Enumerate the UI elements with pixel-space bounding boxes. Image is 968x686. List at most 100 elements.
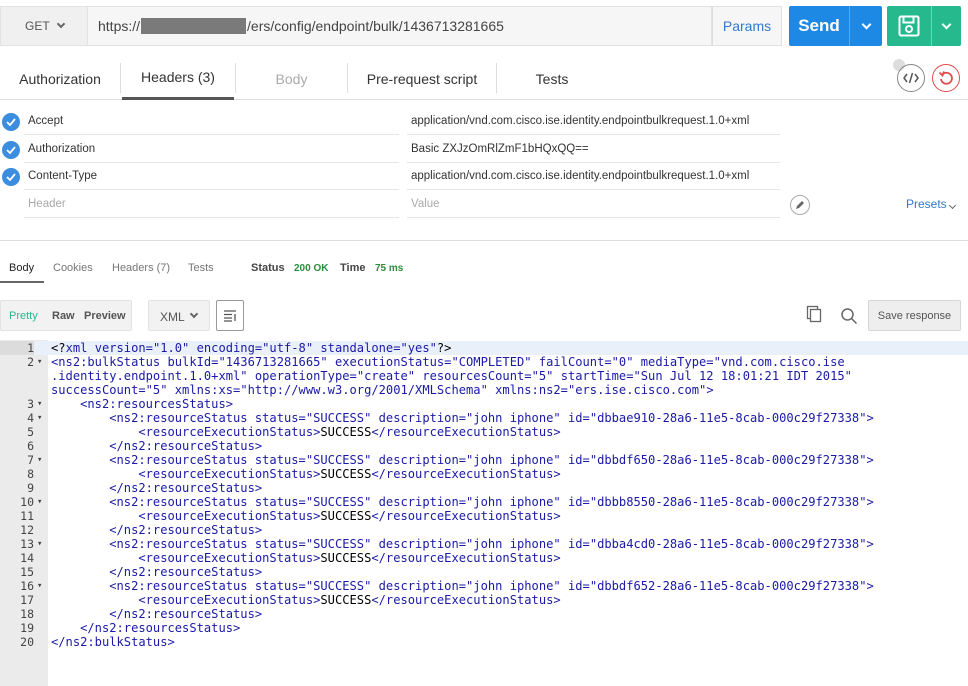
code-text: </ns2:resourceStatus>: [109, 565, 263, 579]
send-label: Send: [798, 16, 840, 35]
active-tab-underline: [0, 281, 44, 283]
code-line: 15 </ns2:resourceStatus>: [0, 565, 968, 579]
header-key[interactable]: Content-Type: [28, 170, 97, 182]
response-tab-headers[interactable]: Headers (7): [112, 262, 170, 274]
send-dropdown[interactable]: [849, 6, 882, 46]
code-text: <ns2:resourceStatus status="SUCCESS" des…: [109, 537, 874, 551]
code-line: 5 <resourceExecutionStatus>SUCCESS</reso…: [0, 425, 968, 439]
header-value-input[interactable]: Value: [411, 198, 440, 210]
fold-toggle-icon[interactable]: ▾: [37, 453, 47, 467]
fold-toggle-icon[interactable]: ▾: [37, 495, 47, 509]
generate-code-button[interactable]: [897, 64, 925, 92]
header-value[interactable]: application/vnd.com.cisco.ise.identity.e…: [411, 115, 749, 127]
code-text: </ns2:resourcesStatus>: [80, 621, 241, 635]
header-value[interactable]: application/vnd.com.cisco.ise.identity.e…: [411, 170, 749, 182]
response-tab-cookies[interactable]: Cookies: [53, 262, 93, 274]
line-number: 2: [27, 355, 34, 369]
code-text: <ns2:resourcesStatus>: [80, 397, 234, 411]
code-line: 11 <resourceExecutionStatus>SUCCESS</res…: [0, 509, 968, 523]
status-label: Status: [251, 262, 285, 274]
chevron-down-icon: [941, 19, 952, 29]
presets-dropdown[interactable]: Presets: [906, 197, 956, 211]
status-value: 200 OK: [294, 263, 329, 274]
save-response-button[interactable]: Save response: [868, 300, 961, 331]
line-number: 14: [20, 551, 34, 565]
wrap-lines-button[interactable]: [216, 300, 244, 331]
response-tab-body[interactable]: Body: [9, 262, 34, 274]
line-number: 10: [20, 495, 34, 509]
code-text: <?xml version="1.0" encoding="utf-8" sta…: [51, 341, 452, 355]
response-tab-tests[interactable]: Tests: [188, 262, 214, 274]
code-line: 4 ▾ <ns2:resourceStatus status="SUCCESS" …: [0, 411, 968, 425]
fold-toggle-icon[interactable]: ▾: [37, 579, 47, 593]
url-input[interactable]: https:// /ers/config/endpoint/bulk/14367…: [88, 6, 712, 46]
tab-body[interactable]: Body: [236, 57, 347, 100]
code-line: 2 ▾ <ns2:bulkStatus bulkId="1436713281665"…: [0, 355, 968, 369]
line-number: 20: [20, 635, 34, 649]
send-button[interactable]: Send: [789, 6, 882, 46]
code-line: 7 ▾ <ns2:resourceStatus status="SUCCESS" …: [0, 453, 968, 467]
bulk-edit-button[interactable]: [790, 195, 810, 215]
code-text: <resourceExecutionStatus>SUCCESS</resour…: [138, 509, 561, 523]
preview-button[interactable]: Preview: [84, 310, 126, 322]
line-number: 18: [20, 607, 34, 621]
row-line: [407, 134, 780, 135]
line-number: 9: [27, 481, 34, 495]
chevron-down-icon: [948, 201, 956, 210]
tab-pre-request-script[interactable]: Pre-request script: [348, 57, 496, 100]
fold-toggle-icon[interactable]: ▾: [37, 537, 47, 551]
code-text: <ns2:bulkStatus bulkId="1436713281665" e…: [51, 355, 845, 369]
line-number: 6: [27, 439, 34, 453]
response-body-editor[interactable]: 1 <?xml version="1.0" encoding="utf-8" st…: [0, 341, 968, 649]
line-number: 12: [20, 523, 34, 537]
fold-toggle-icon[interactable]: ▾: [37, 397, 47, 411]
fold-toggle-icon[interactable]: ▾: [37, 355, 47, 369]
method-label: GET: [25, 19, 50, 33]
raw-button[interactable]: Raw: [52, 310, 75, 322]
format-toggle: Pretty Raw Preview: [0, 300, 132, 331]
line-number: 4: [27, 411, 34, 425]
method-select[interactable]: GET: [0, 6, 88, 46]
row-line: [407, 189, 780, 190]
pretty-button[interactable]: Pretty: [9, 310, 38, 322]
code-line: 8 <resourceExecutionStatus>SUCCESS</reso…: [0, 467, 968, 481]
code-text: successCount="5" xmlns:xs="http://www.w3…: [51, 383, 714, 397]
check-icon[interactable]: [2, 168, 20, 186]
code-text: <ns2:resourceStatus status="SUCCESS" des…: [109, 411, 874, 425]
header-key[interactable]: Accept: [28, 115, 63, 127]
copy-button[interactable]: [806, 305, 822, 328]
line-number: 5: [27, 425, 34, 439]
line-number: 1: [0, 341, 34, 355]
header-key[interactable]: Authorization: [28, 143, 95, 155]
reset-icon: [938, 71, 953, 85]
url-bar: GET https:// /ers/config/endpoint/bulk/1…: [0, 6, 968, 46]
redacted-host: [141, 18, 247, 34]
check-icon[interactable]: [2, 141, 20, 159]
line-number: 3: [27, 397, 34, 411]
code-line: 1 <?xml version="1.0" encoding="utf-8" st…: [0, 341, 968, 355]
code-icon: [903, 72, 919, 84]
time-label: Time: [340, 262, 366, 274]
search-button[interactable]: [840, 307, 858, 330]
url-prefix: https://: [98, 18, 141, 34]
code-line: 17 <resourceExecutionStatus>SUCCESS</res…: [0, 593, 968, 607]
line-number: 16: [20, 579, 34, 593]
header-row-new: Header Value: [0, 191, 968, 218]
save-button[interactable]: [887, 6, 961, 46]
tab-authorization[interactable]: Authorization: [0, 57, 120, 100]
header-key-input[interactable]: Header: [28, 198, 66, 210]
fold-toggle-icon[interactable]: ▾: [37, 411, 47, 425]
params-button[interactable]: Params: [712, 6, 782, 46]
reset-button[interactable]: [932, 64, 960, 92]
code-text: </ns2:resourceStatus>: [109, 523, 263, 537]
tab-headers[interactable]: Headers (3): [122, 57, 234, 100]
save-dropdown[interactable]: [931, 6, 961, 46]
line-number: 8: [27, 467, 34, 481]
check-icon[interactable]: [2, 113, 20, 131]
header-value[interactable]: Basic ZXJzOmRlZmF1bHQxQQ==: [411, 143, 589, 155]
header-row: Authorization Basic ZXJzOmRlZmF1bHQxQQ==: [0, 136, 968, 163]
code-text: <ns2:resourceStatus status="SUCCESS" des…: [109, 579, 874, 593]
language-select[interactable]: XML: [148, 300, 210, 331]
code-line: 9 </ns2:resourceStatus>: [0, 481, 968, 495]
tab-tests[interactable]: Tests: [497, 57, 607, 100]
